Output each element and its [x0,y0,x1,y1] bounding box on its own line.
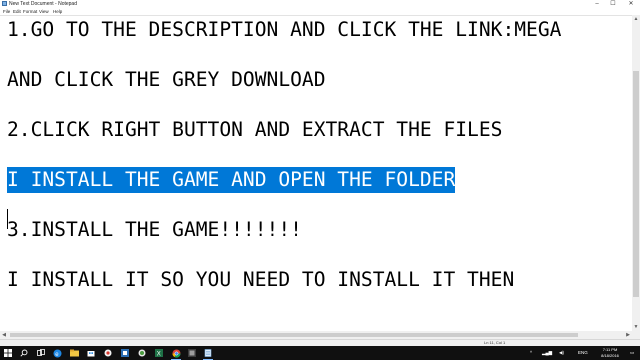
edge-icon[interactable]: e [52,348,62,358]
menu-bar: File Edit Format View Help [0,8,640,15]
clock-date: 8/18/2016 [601,353,619,358]
scroll-left-icon[interactable]: ◀ [0,331,8,339]
menu-help[interactable]: Help [53,8,62,15]
menu-format[interactable]: Format [23,8,37,15]
text-editor[interactable]: 1.GO TO THE DESCRIPTION AND CLICK THE LI… [0,15,632,331]
text-line: I INSTALL IT SO YOU NEED TO INSTALL IT T… [7,268,515,291]
vertical-scrollbar[interactable]: ▲ ▼ [632,15,640,331]
text-line: AND CLICK THE GREY DOWNLOAD [7,68,326,91]
excel-icon[interactable]: X [154,348,164,358]
notepad-icon[interactable] [203,348,213,360]
taskbar: e X ^ ▂▄▆ ◀) ENG 7:11 PM 8/18/2016 ▭ [0,346,640,360]
title-bar: New Text Document - Notepad – ☐ ✕ [0,0,640,8]
scroll-down-icon[interactable]: ▼ [632,323,640,331]
language-indicator[interactable]: ENG [578,346,588,360]
app-icon-2[interactable] [120,348,130,358]
file-explorer-icon[interactable] [69,348,79,358]
store-icon[interactable] [86,348,96,358]
scroll-right-icon[interactable]: ▶ [624,331,632,339]
text-line: 3.INSTALL THE GAME!!!!!!! [7,218,302,241]
status-bar: Ln 11, Col 1 [0,339,640,346]
search-icon[interactable] [19,348,29,358]
text-line: 2.CLICK RIGHT BUTTON AND EXTRACT THE FIL… [7,118,503,141]
menu-edit[interactable]: Edit [13,8,21,15]
vertical-scroll-thumb[interactable] [633,71,639,297]
window-title: New Text Document - Notepad [9,1,77,7]
app-icon-3[interactable] [137,348,147,358]
menu-file[interactable]: File [3,8,10,15]
horizontal-scroll-thumb[interactable] [10,333,578,337]
tray-chevron-icon[interactable]: ^ [530,346,532,360]
chrome-icon[interactable] [171,348,181,360]
notepad-app-icon [2,1,7,6]
close-button[interactable]: ✕ [624,0,638,8]
network-icon[interactable]: ▂▄▆ [542,346,552,360]
scrollbar-corner [632,331,640,339]
maximize-button[interactable]: ☐ [606,0,620,8]
notifications-icon[interactable]: ▭ [630,346,634,360]
horizontal-scrollbar[interactable]: ◀ ▶ [0,331,632,339]
clock[interactable]: 7:11 PM 8/18/2016 [595,347,625,359]
volume-icon[interactable]: ◀) [559,346,564,360]
app-icon-4[interactable] [187,348,197,358]
task-view-icon[interactable] [36,348,46,358]
scroll-up-icon[interactable]: ▲ [632,15,640,23]
selected-text-line: I INSTALL THE GAME AND OPEN THE FOLDER [7,167,456,193]
minimize-button[interactable]: – [590,0,604,8]
text-line: 1.GO TO THE DESCRIPTION AND CLICK THE LI… [7,18,562,41]
app-icon-1[interactable] [103,348,113,358]
svg-text:X: X [157,352,161,358]
windows-start-icon[interactable] [3,348,13,358]
menu-view[interactable]: View [39,8,49,15]
